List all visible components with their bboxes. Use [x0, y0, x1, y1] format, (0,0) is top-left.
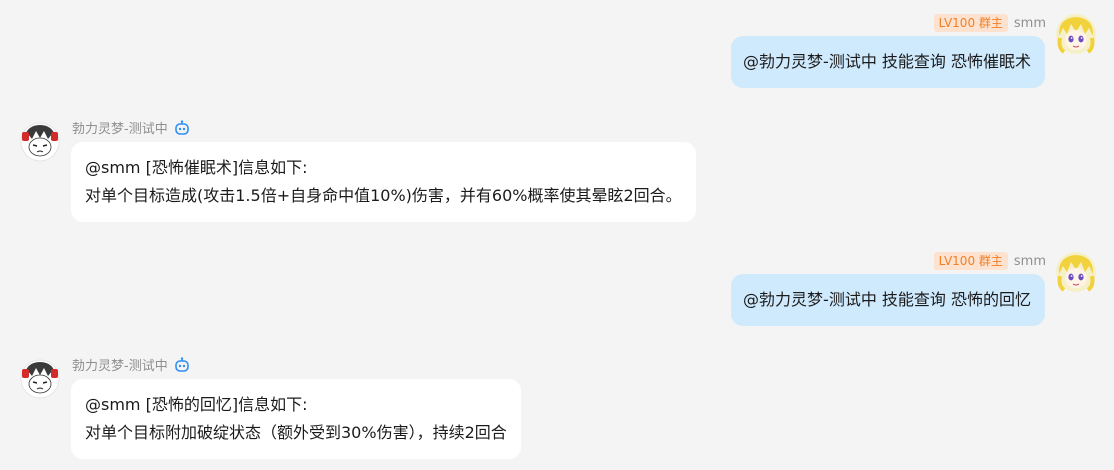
- message-line: 对单个目标附加破绽状态（额外受到30%伤害），持续2回合: [85, 423, 507, 442]
- message-bubble[interactable]: @勃力灵梦-测试中 技能查询 恐怖催眠术: [731, 36, 1045, 88]
- sender-meta: LV100 群主 smm: [933, 252, 1046, 270]
- message-outgoing: LV100 群主 smm @勃力灵梦-测试中 技能查询 恐怖催眠术: [396, 14, 1096, 94]
- robot-icon: [174, 119, 189, 135]
- bot-avatar[interactable]: [20, 122, 60, 162]
- message-line: 对单个目标造成(攻击1.5倍+自身命中值10%)伤害，并有60%概率使其晕眩2回…: [85, 186, 682, 205]
- message-bubble[interactable]: @smm [恐怖催眠术]信息如下: 对单个目标造成(攻击1.5倍+自身命中值10…: [71, 142, 696, 222]
- reimu-bot-avatar-icon: [20, 359, 60, 399]
- sender-meta: 勃力灵梦-测试中: [72, 118, 190, 137]
- robot-icon: [174, 356, 189, 372]
- sender-name[interactable]: smm: [1014, 254, 1046, 269]
- message-incoming: 勃力灵梦-测试中 @smm [恐怖的回忆]信息如下: 对单个目标附加破绽状态（额…: [20, 355, 780, 465]
- message-line: @smm [恐怖催眠术]信息如下:: [85, 158, 308, 177]
- sender-name[interactable]: 勃力灵梦-测试中: [72, 118, 168, 137]
- role-badge: LV100 群主: [933, 14, 1008, 32]
- sender-name[interactable]: 勃力灵梦-测试中: [72, 355, 168, 374]
- message-line: @smm [恐怖的回忆]信息如下:: [85, 395, 308, 414]
- user-avatar[interactable]: [1056, 14, 1096, 54]
- message-incoming: 勃力灵梦-测试中 @smm [恐怖催眠术]信息如下: 对单个目标造成(攻击1.5…: [20, 118, 780, 228]
- sender-meta: 勃力灵梦-测试中: [72, 355, 190, 374]
- message-outgoing: LV100 群主 smm @勃力灵梦-测试中 技能查询 恐怖的回忆: [396, 252, 1096, 332]
- user-avatar[interactable]: [1056, 252, 1096, 292]
- reimu-bot-avatar-icon: [20, 122, 60, 162]
- sender-meta: LV100 群主 smm: [933, 14, 1046, 32]
- yellow-hair-anime-avatar-icon: [1056, 14, 1096, 54]
- role-badge: LV100 群主: [933, 252, 1008, 270]
- sender-name[interactable]: smm: [1014, 16, 1046, 31]
- message-bubble[interactable]: @smm [恐怖的回忆]信息如下: 对单个目标附加破绽状态（额外受到30%伤害）…: [71, 379, 521, 459]
- chat-window: LV100 群主 smm @勃力灵梦-测试中 技能查询 恐怖催眠术 勃力灵梦-测…: [0, 0, 1114, 470]
- message-bubble[interactable]: @勃力灵梦-测试中 技能查询 恐怖的回忆: [731, 274, 1045, 326]
- bot-avatar[interactable]: [20, 359, 60, 399]
- yellow-hair-anime-avatar-icon: [1056, 252, 1096, 292]
